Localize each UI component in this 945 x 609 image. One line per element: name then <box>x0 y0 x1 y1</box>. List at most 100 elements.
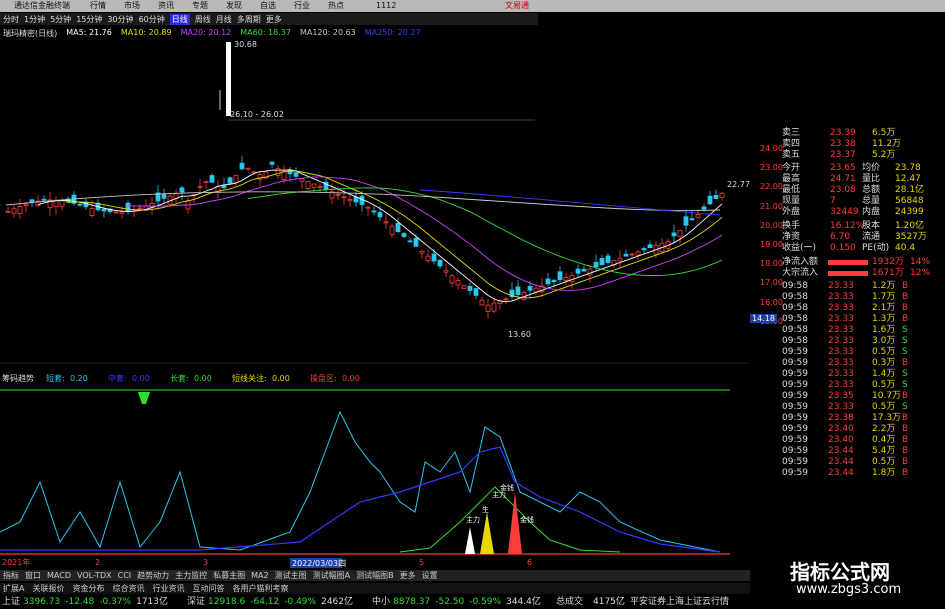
info-tab[interactable]: 互动问答 <box>192 583 224 594</box>
tick-side: S <box>902 380 908 390</box>
index-name: 深证 <box>187 597 206 607</box>
indicator-tab[interactable]: 私募主图 <box>213 570 245 581</box>
signal-label: 生 <box>482 505 489 514</box>
indicator-tab[interactable]: MA2 <box>251 571 268 580</box>
period-toolbar: 分时 1分钟 5分钟 15分钟 30分钟 60分钟 日线 周线 月线 多周期 更多 <box>0 13 538 25</box>
period-tab[interactable]: 更多 <box>266 14 282 25</box>
timeline-mark: 6 <box>527 558 532 567</box>
tick-price: 23.44 <box>828 468 854 478</box>
index-change: -12.48 <box>65 597 95 607</box>
watermark-url: www.zbgs3.com <box>796 582 902 597</box>
menu-item[interactable]: 发现 <box>226 0 242 12</box>
menu-item[interactable]: 自选 <box>260 0 276 12</box>
tick-vol: 0.5万 <box>872 380 896 390</box>
indicator-tab[interactable]: 主力监控 <box>175 570 207 581</box>
tick-row: 09:59 23.44 5.4万 B <box>750 446 945 457</box>
period-tab[interactable]: 多周期 <box>237 14 261 25</box>
total-label: 总成交 <box>556 597 584 607</box>
indicator-tab[interactable]: 更多 <box>400 570 416 581</box>
menu-item[interactable]: 行业 <box>294 0 310 12</box>
order-book-row: 卖三 23.39 6.5万 <box>750 128 945 139</box>
indicator-name: 筹码趋势 <box>2 373 34 383</box>
indicator-tab[interactable]: 测试幅图B <box>356 570 394 581</box>
menu-item[interactable]: 资讯 <box>158 0 174 12</box>
info-tab[interactable]: 资金分布 <box>72 583 104 594</box>
period-tab[interactable]: 周线 <box>195 14 211 25</box>
menu-item[interactable]: 热点 <box>328 0 344 12</box>
ma-legend-item: MA20: 20.12 <box>180 28 232 37</box>
tick-row: 09:58 23.33 3.0万 S <box>750 336 945 347</box>
stat-label: 流通 <box>862 232 881 242</box>
indicator-tab[interactable]: 设置 <box>422 570 438 581</box>
tick-vol: 1.3万 <box>872 314 896 324</box>
indicator-tab[interactable]: MACD <box>47 571 71 580</box>
indicator-tab[interactable]: 测试主图 <box>275 570 307 581</box>
indicator-legend-value: 0.20 <box>70 374 88 383</box>
period-tab[interactable]: 分时 <box>3 14 19 25</box>
watermark: 指标公式网 www.zbgs3.com <box>750 548 945 604</box>
index-item[interactable]: 上证 3396.73 -12.48 -0.37% 1713亿 <box>2 596 168 609</box>
indicator-legend-value: 0.00 <box>342 374 360 383</box>
period-tab[interactable]: 30分钟 <box>107 14 133 25</box>
tick-row: 09:59 23.35 10.7万 B <box>750 391 945 402</box>
info-tab[interactable]: 关联报价 <box>32 583 64 594</box>
tick-row: 09:59 23.44 0.5万 B <box>750 457 945 468</box>
indicator-tab[interactable]: VOL-TDX <box>77 571 112 580</box>
timeline-mark: 5 <box>419 558 424 567</box>
period-tab[interactable]: 1分钟 <box>24 14 45 25</box>
tick-price: 23.44 <box>828 446 854 456</box>
info-tab[interactable]: 扩展A <box>3 583 24 594</box>
info-tab[interactable]: 各用户猫利考察 <box>232 583 288 594</box>
tick-vol: 3.0万 <box>872 336 896 346</box>
timeline-mark: 3 <box>203 558 208 567</box>
indicator-tab[interactable]: 窗口 <box>25 570 41 581</box>
menu-item[interactable]: 行情 <box>90 0 106 12</box>
flow-value: 1932万 <box>872 257 904 267</box>
stat-row: 外盘 32449 内盘 24399 <box>750 207 945 218</box>
tick-vol: 0.5万 <box>872 457 896 467</box>
ma-legend-item: MA60: 18.37 <box>240 28 291 37</box>
stat-value: 0.150 <box>830 243 856 253</box>
stat-label: 外盘 <box>782 207 801 217</box>
stat-value: 40.4 <box>895 243 916 253</box>
indicator-tab[interactable]: 指标 <box>3 570 19 581</box>
period-tab[interactable]: 日线 <box>169 13 190 25</box>
timeline-mark: 2 <box>95 558 100 567</box>
period-tab[interactable]: 月线 <box>216 14 232 25</box>
app-title: 通达信金融终端 <box>14 1 70 10</box>
tick-vol: 0.4万 <box>872 435 896 445</box>
indicator-tab[interactable]: 测试幅图A <box>313 570 350 581</box>
index-item[interactable]: 中小 8878.37 -52.50 -0.59% 344.4亿 <box>372 596 541 609</box>
stat-row: 收益(一) 0.150 PE(动) 40.4 <box>750 243 945 254</box>
stat-value: 3527万 <box>895 232 927 242</box>
tick-side: S <box>902 369 908 379</box>
tick-time: 09:58 <box>782 336 808 346</box>
info-tab[interactable]: 行业资讯 <box>152 583 184 594</box>
stat-value: 24399 <box>895 207 924 217</box>
tick-time: 09:59 <box>782 413 808 423</box>
title-bar: 通达信金融终端 行情 市场 资讯 专题 发现 自选 行业 热点 1112 文易通 <box>0 0 945 12</box>
indicator-tab[interactable]: 趋势动力 <box>137 570 169 581</box>
tick-price: 23.33 <box>828 314 854 324</box>
period-tab[interactable]: 15分钟 <box>76 14 102 25</box>
period-tab[interactable]: 5分钟 <box>50 14 71 25</box>
signal-label: 金钱 <box>520 515 534 524</box>
menu-item[interactable]: 市场 <box>124 0 140 12</box>
brand-label: 文易通 <box>505 1 529 10</box>
info-tab[interactable]: 综合资讯 <box>112 583 144 594</box>
period-tab[interactable]: 60分钟 <box>139 14 165 25</box>
flow-bar <box>828 260 868 265</box>
indicator-chart[interactable]: 筹码趋势 短套: 0.20 中套: 0.00 长套: 0.00 短线关注: 0.00 操盘区: 0.… <box>0 372 750 570</box>
index-pct: -0.37% <box>99 597 132 607</box>
order-book-price: 23.38 <box>830 139 856 149</box>
tick-time: 09:59 <box>782 347 808 357</box>
candlestick-chart[interactable]: 30.68 26.10 - 26.02 13.60 22.77 <box>0 40 750 370</box>
menu-item[interactable]: 专题 <box>192 0 208 12</box>
tick-row: 09:59 23.33 0.5万 S <box>750 402 945 413</box>
order-book-label: 卖五 <box>782 150 801 160</box>
index-change: -64.12 <box>250 597 280 607</box>
tick-row: 09:58 23.33 1.2万 B <box>750 281 945 292</box>
indicator-tab[interactable]: CCI <box>118 571 132 580</box>
indicator-legend-value: 0.00 <box>132 374 150 383</box>
index-item[interactable]: 深证 12918.6 -64.12 -0.49% 2462亿 <box>187 596 353 609</box>
